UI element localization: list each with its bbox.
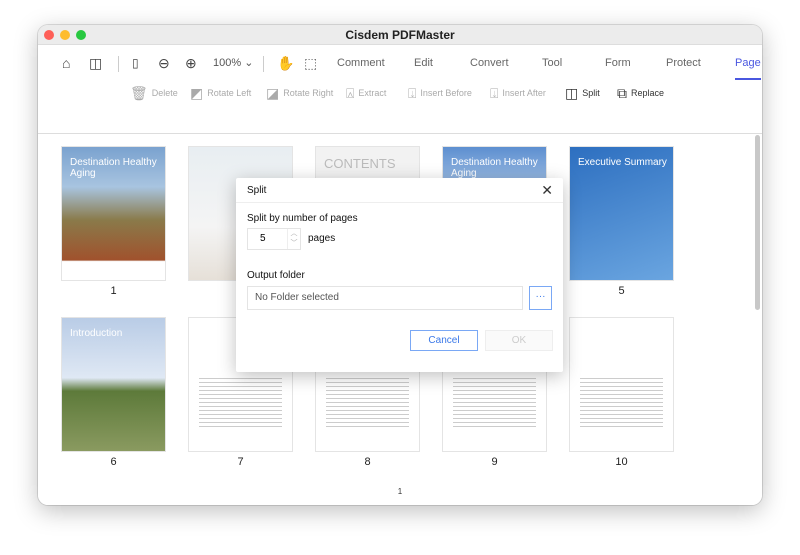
extract-label: Extract	[358, 88, 387, 98]
page-thumbnail[interactable]: Executive Summary	[569, 146, 674, 281]
page-number: 6	[110, 456, 117, 468]
tab-protect[interactable]: Protect	[666, 52, 701, 74]
page-thumbnail[interactable]: Destination Healthy Aging	[61, 146, 166, 281]
page-title-text: Executive Summary	[578, 157, 667, 168]
pages-stepper[interactable]: 5 ︿ ﹀	[247, 228, 301, 250]
insert-after-label: Insert After	[502, 88, 546, 98]
close-icon[interactable]: ✕	[541, 182, 553, 199]
page-view-icon[interactable]: ▯	[132, 52, 139, 74]
dialog-title: Split	[236, 178, 563, 203]
split-by-pages-label: Split by number of pages	[247, 213, 358, 224]
page-number: 10	[615, 456, 628, 468]
delete-label: Delete	[151, 88, 178, 98]
tab-comment[interactable]: Comment	[337, 52, 385, 74]
page-number: 1	[110, 285, 117, 297]
vertical-scrollbar[interactable]	[755, 135, 760, 310]
maximize-window-button[interactable]	[76, 30, 86, 40]
tab-tool[interactable]: Tool	[542, 52, 562, 74]
delete-button[interactable]: 🗑 Delete	[130, 82, 178, 104]
toolbar: ⌂ ◫ ▯ ⊖ ⊕ 100% ⌄ ✋ ⬚ Comment Edit Conver…	[38, 46, 762, 134]
trash-icon: 🗑	[130, 85, 148, 101]
split-icon: ◫	[565, 85, 579, 101]
select-area-icon[interactable]: ⬚	[304, 52, 317, 74]
minimize-window-button[interactable]	[60, 30, 70, 40]
hand-tool-icon[interactable]: ✋	[277, 52, 294, 74]
page-text-lines	[453, 378, 536, 428]
browse-folder-button[interactable]: ···	[529, 286, 552, 310]
page-title-text: Introduction	[70, 328, 123, 339]
page-indicator: 1	[397, 487, 403, 496]
tab-page[interactable]: Page	[735, 52, 761, 80]
zoom-value: 100%	[213, 57, 242, 69]
page-title-text: CONTENTS	[324, 156, 396, 171]
page-title-text: Destination Healthy Aging	[451, 157, 538, 179]
page-number: 5	[618, 285, 625, 297]
page-text-lines	[326, 378, 409, 428]
sidebar-toggle-icon[interactable]: ◫	[89, 52, 102, 74]
rotate-right-button[interactable]: ◪ Rotate Right	[266, 82, 333, 104]
extract-button[interactable]: ⍓ Extract	[346, 82, 386, 104]
page-thumbnail[interactable]	[569, 317, 674, 452]
decrement-icon[interactable]: ﹀	[288, 239, 300, 249]
rotate-left-button[interactable]: ◩ Rotate Left	[190, 82, 251, 104]
window-title: Cisdem PDFMaster	[345, 28, 455, 42]
page-number: 8	[364, 456, 371, 468]
page-text-lines	[199, 378, 282, 428]
insert-before-label: Insert Before	[420, 88, 472, 98]
page-title-text: Destination Healthy Aging	[70, 157, 157, 179]
split-dialog: Split ✕ Split by number of pages 5 ︿ ﹀ pa…	[236, 178, 563, 372]
increment-icon[interactable]: ︿	[288, 229, 300, 239]
rotate-left-icon: ◩	[190, 85, 204, 101]
insert-after-icon: ⍗	[490, 85, 499, 101]
cancel-button[interactable]: Cancel	[410, 330, 478, 351]
replace-label: Replace	[631, 88, 665, 98]
pages-value: 5	[260, 233, 266, 244]
zoom-in-icon[interactable]: ⊕	[185, 52, 197, 74]
rotate-right-icon: ◪	[266, 85, 280, 101]
page-number: 9	[491, 456, 498, 468]
title-bar: Cisdem PDFMaster	[38, 25, 762, 45]
replace-icon: ⧉	[617, 85, 627, 101]
tab-form[interactable]: Form	[605, 52, 631, 74]
page-number: 7	[237, 456, 244, 468]
rotate-right-label: Rotate Right	[283, 88, 334, 98]
tab-edit[interactable]: Edit	[414, 52, 433, 74]
close-window-button[interactable]	[44, 30, 54, 40]
insert-after-button[interactable]: ⍗ Insert After	[490, 82, 546, 104]
insert-before-button[interactable]: ⍗ Insert Before	[408, 82, 472, 104]
zoom-out-icon[interactable]: ⊖	[158, 52, 170, 74]
split-button[interactable]: ◫ Split	[565, 82, 600, 104]
output-folder-label: Output folder	[247, 270, 305, 281]
ok-button[interactable]: OK	[485, 330, 553, 351]
page-text-lines	[580, 378, 663, 428]
insert-before-icon: ⍗	[408, 85, 417, 101]
split-label: Split	[582, 88, 600, 98]
home-icon[interactable]: ⌂	[62, 52, 70, 74]
output-folder-field[interactable]: No Folder selected	[247, 286, 523, 310]
zoom-select[interactable]: 100% ⌄	[213, 52, 253, 74]
pages-unit-label: pages	[308, 233, 336, 244]
rotate-left-label: Rotate Left	[207, 88, 252, 98]
tab-convert[interactable]: Convert	[470, 52, 509, 74]
page-thumbnail[interactable]: Introduction	[61, 317, 166, 452]
replace-button[interactable]: ⧉ Replace	[617, 82, 664, 104]
extract-icon: ⍓	[346, 85, 355, 101]
